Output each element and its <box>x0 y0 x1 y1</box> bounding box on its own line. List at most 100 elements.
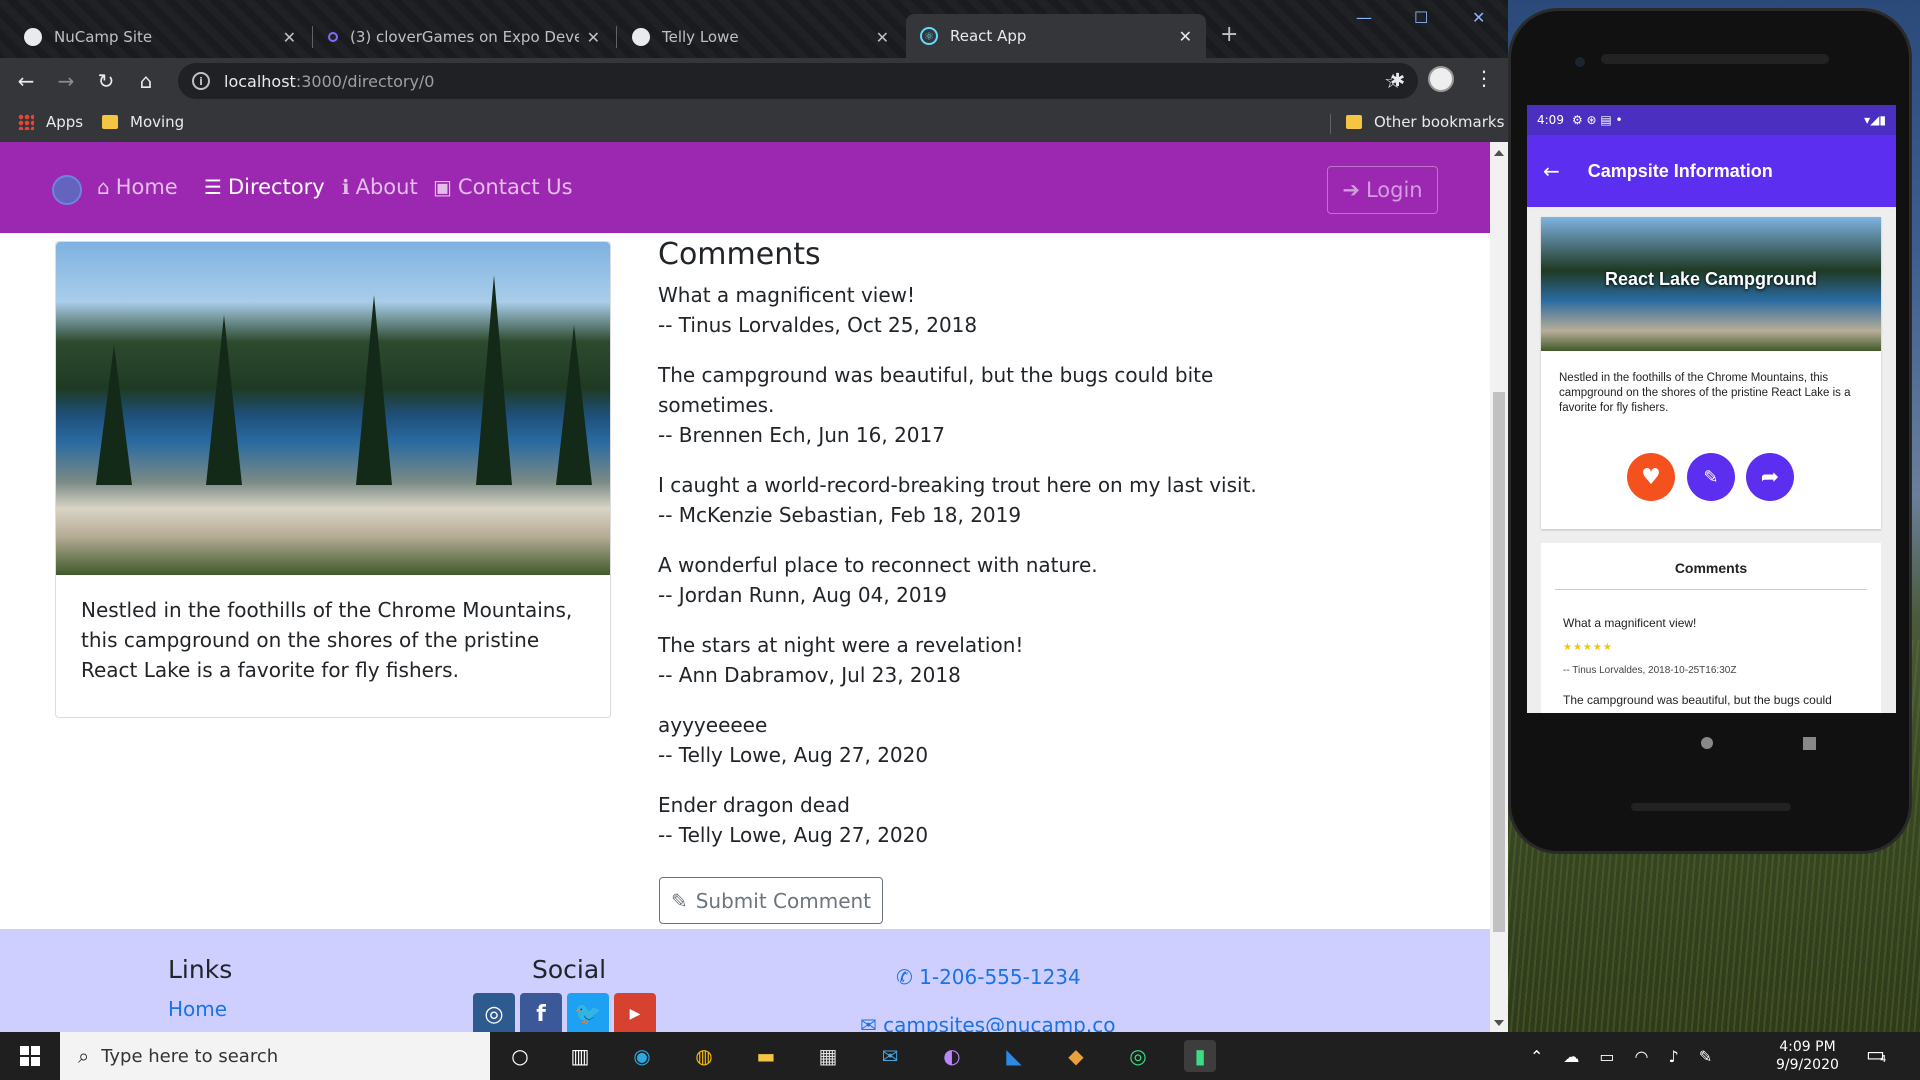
new-tab-icon[interactable]: + <box>1220 22 1238 47</box>
youtube-icon[interactable]: ▶ <box>614 993 656 1032</box>
favorite-heart-icon[interactable]: ♥ <box>1627 453 1675 501</box>
android-home-icon[interactable] <box>1701 737 1713 749</box>
edit-pencil-icon[interactable]: ✎ <box>1687 453 1735 501</box>
footer-links-heading: Links <box>168 955 233 984</box>
battery-icon[interactable]: ▭ <box>1599 1047 1614 1066</box>
footer-email-link[interactable]: ✉ campsites@nucamp.co <box>860 1013 1115 1032</box>
share-icon[interactable]: ➦ <box>1746 453 1794 501</box>
campsite-description: Nestled in the foothills of the Chrome M… <box>1559 372 1851 414</box>
scroll-down-icon[interactable] <box>1494 1020 1504 1026</box>
scroll-thumb[interactable] <box>1493 392 1505 932</box>
bookmarks-bar: Apps Moving Other bookmarks <box>0 104 1508 142</box>
taskbar-clock[interactable]: 4:09 PM 9/9/2020 <box>1776 1038 1839 1074</box>
address-bar[interactable]: i localhost:3000/directory/0 ☆ <box>178 63 1418 99</box>
brand-logo[interactable] <box>52 175 82 205</box>
nav-directory[interactable]: ☰ Directory <box>204 175 325 199</box>
cortana-icon[interactable]: ○ <box>504 1040 536 1072</box>
twitter-icon[interactable]: 🐦 <box>567 993 609 1032</box>
tab-nucamp[interactable]: NuCamp Site ✕ <box>10 16 310 58</box>
task-view-icon[interactable]: ▥ <box>564 1040 596 1072</box>
comment-item: A wonderful place to reconnect with natu… <box>658 553 1098 607</box>
info-icon[interactable]: i <box>192 72 210 90</box>
wifi-icon[interactable]: ◠ <box>1635 1047 1649 1066</box>
tab-expo[interactable]: (3) cloverGames on Expo Develop ✕ <box>314 16 614 58</box>
close-window-icon[interactable]: ✕ <box>1472 8 1485 27</box>
page-scrollbar[interactable] <box>1490 142 1508 1032</box>
maximize-icon[interactable]: ☐ <box>1414 8 1428 27</box>
search-icon: ⌕ <box>78 1044 90 1068</box>
taskbar-search[interactable]: ⌕ Type here to search <box>60 1032 490 1080</box>
volume-icon[interactable]: ♪ <box>1669 1047 1679 1066</box>
back-arrow-icon[interactable]: ← <box>1543 159 1560 183</box>
comment-item: ayyyeeeee -- Telly Lowe, Aug 27, 2020 <box>658 713 929 767</box>
edge-icon[interactable]: ◉ <box>626 1040 658 1072</box>
footer-home-link[interactable]: Home <box>168 997 227 1021</box>
tab-react-app[interactable]: ⚛ React App ✕ <box>906 14 1206 58</box>
bookmark-other[interactable]: Other bookmarks <box>1346 113 1504 131</box>
scroll-up-icon[interactable] <box>1494 150 1504 156</box>
address-card-icon: ▣ <box>433 175 452 199</box>
android-studio-icon[interactable]: ◎ <box>1122 1040 1154 1072</box>
system-tray: ⌃ ☁ ▭ ◠ ♪ ✎ <box>1530 1032 1712 1080</box>
status-icons: ⚙ ⊛ ▤ • <box>1571 113 1623 127</box>
close-icon[interactable]: ✕ <box>876 28 889 47</box>
close-icon[interactable]: ✕ <box>1179 27 1192 46</box>
comment-byline: -- Tinus Lorvaldes, 2018-10-25T16:30Z <box>1563 665 1737 676</box>
close-icon[interactable]: ✕ <box>283 28 296 47</box>
forward-icon[interactable]: → <box>46 61 86 101</box>
chrome-icon[interactable]: ◍ <box>688 1040 720 1072</box>
comment-item: Ender dragon dead -- Telly Lowe, Aug 27, … <box>658 793 929 847</box>
file-explorer-icon[interactable]: ▬ <box>750 1040 782 1072</box>
close-icon[interactable]: ✕ <box>587 28 600 47</box>
comment-text: The campground was beautiful, but the bu… <box>1563 693 1832 707</box>
store-icon[interactable]: ▦ <box>812 1040 844 1072</box>
back-icon[interactable]: ← <box>6 61 46 101</box>
login-button[interactable]: ➔ Login <box>1327 166 1438 214</box>
github-desktop-icon[interactable]: ◐ <box>936 1040 968 1072</box>
nav-home[interactable]: ⌂ Home <box>97 175 178 199</box>
comment-text: What a magnificent view! <box>1563 616 1697 630</box>
bookmark-apps[interactable]: Apps <box>18 113 83 131</box>
gitkraken-icon[interactable]: ◆ <box>1060 1040 1092 1072</box>
onedrive-icon[interactable]: ☁ <box>1563 1047 1579 1066</box>
site-navbar: ⌂ Home ☰ Directory ℹ About ▣ Contact Us … <box>0 142 1490 233</box>
browser-toolbar: ← → ↻ ⌂ i localhost:3000/directory/0 ☆ ✱… <box>0 58 1508 104</box>
submit-comment-button[interactable]: ✎ Submit Comment <box>659 877 883 924</box>
reload-icon[interactable]: ↻ <box>86 61 126 101</box>
expo-icon <box>328 32 338 42</box>
chevron-up-icon[interactable]: ⌃ <box>1530 1047 1543 1066</box>
emulator-icon[interactable]: ▮ <box>1184 1040 1216 1072</box>
folder-icon <box>102 115 118 129</box>
comments-heading: Comments <box>658 237 821 272</box>
globe-icon <box>24 28 42 46</box>
mail-icon[interactable]: ✉ <box>874 1040 906 1072</box>
comment-item: The campground was beautiful, but the bu… <box>658 363 1214 447</box>
pen-icon[interactable]: ✎ <box>1699 1047 1712 1066</box>
campsite-image: React Lake Campground <box>1541 217 1881 351</box>
phone-screen: 4:09 ⚙ ⊛ ▤ • ▾◢▮ ← Campsite Information … <box>1527 105 1896 713</box>
phone-app-body: React Lake Campground Nestled in the foo… <box>1527 207 1896 713</box>
minimize-icon[interactable]: — <box>1356 8 1372 27</box>
home-icon[interactable]: ⌂ <box>126 61 166 101</box>
instagram-icon[interactable]: ◎ <box>473 993 515 1032</box>
bookmark-moving[interactable]: Moving <box>102 113 184 131</box>
android-recents-icon[interactable] <box>1803 737 1816 750</box>
notification-icon[interactable]: ▭ 4 <box>1866 1042 1886 1066</box>
start-button[interactable] <box>0 1032 60 1080</box>
sign-in-icon: ➔ <box>1342 178 1360 202</box>
nav-contact-us[interactable]: ▣ Contact Us <box>433 175 573 199</box>
extensions-icon[interactable]: ✱ <box>1390 70 1405 91</box>
avatar[interactable] <box>1428 66 1454 92</box>
android-emulator: 4:09 ⚙ ⊛ ▤ • ▾◢▮ ← Campsite Information … <box>1508 8 1912 854</box>
vscode-icon[interactable]: ◣ <box>998 1040 1030 1072</box>
kebab-menu-icon[interactable]: ⋮ <box>1474 66 1494 90</box>
phone-icon: ✆ <box>896 965 920 989</box>
nav-about[interactable]: ℹ About <box>342 175 418 199</box>
facebook-icon[interactable]: f <box>520 993 562 1032</box>
pencil-icon: ✎ <box>670 888 688 913</box>
phone-speaker <box>1601 54 1829 64</box>
tab-telly-lowe[interactable]: Telly Lowe ✕ <box>618 16 903 58</box>
home-icon: ⌂ <box>97 175 110 199</box>
footer-phone-link[interactable]: ✆ 1-206-555-1234 <box>896 965 1081 989</box>
info-icon: ℹ <box>342 175 350 199</box>
